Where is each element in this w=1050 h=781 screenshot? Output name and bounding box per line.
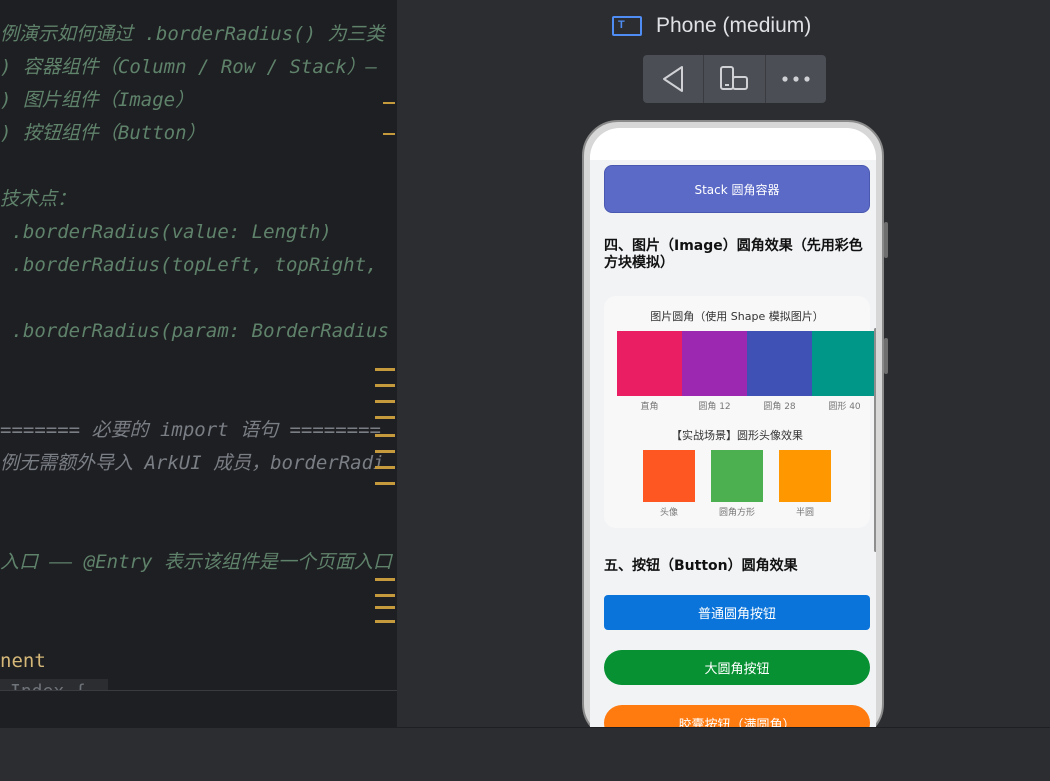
capsule-button[interactable]: 胶囊按钮（满圆角） [604,705,870,729]
phone-side-button [884,338,888,374]
sticky-scope-line[interactable]: Index { [0,679,108,690]
gutter-marker [375,416,395,419]
stack-rounded-container: Stack 圆角容器 [604,165,870,213]
back-button[interactable] [643,55,705,103]
avatar-half-round [779,450,831,502]
avatar-row: 头像 圆角方形 半圆 [643,450,847,518]
image-swatch-row [617,331,876,396]
code-line[interactable]: nent [0,649,46,673]
previewer-header: T Phone (medium) [612,12,811,40]
device-type-icon[interactable]: T [612,16,642,36]
avatar-label: 半圆 [795,508,814,518]
gutter-marker [375,384,395,387]
button-section-title: 五、按钮（Button）圆角效果 [604,558,798,574]
avatar-section-title: 【实战场景】圆形头像效果 [671,429,803,442]
avatar-item: 圆角方形 [711,450,763,518]
gutter-marker [375,368,395,371]
swatch-label: 直角 [640,402,659,412]
phone-screen[interactable]: Stack 圆角容器 四、图片（Image）圆角效果（先用彩色方块模拟） 图片圆… [590,128,876,729]
editor-footer [0,690,397,727]
phone-frame: Stack 圆角容器 四、图片（Image）圆角效果（先用彩色方块模拟） 图片圆… [582,120,888,740]
gutter-marker [375,620,395,623]
button-label: 大圆角按钮 [704,662,770,677]
code-line[interactable]: .borderRadius(param: BorderRadius [0,319,389,343]
status-bar [590,128,876,160]
avatar-rounded-square [711,450,763,502]
image-demo-card: 图片圆角（使用 Shape 模拟图片） 直角 圆角 12 圆角 28 圆形 40… [604,296,876,528]
swatch-radius-12 [682,331,747,396]
image-card-title: 图片圆角（使用 Shape 模拟图片） [650,310,824,323]
gutter-marker [375,606,395,609]
rotate-device-button[interactable] [704,55,766,103]
gutter-marker [375,434,395,437]
avatar-item: 头像 [643,450,695,518]
code-line[interactable]: ) 图片组件（Image） [0,88,194,112]
code-line[interactable]: 例无需额外导入 ArkUI 成员，borderRadi [0,451,384,475]
device-icon-letter: T [618,19,625,31]
swatch-circle-40 [812,331,876,396]
swatch-label: 圆形 40 [828,402,861,412]
avatar-item: 半圆 [779,450,831,518]
gutter-marker [383,133,395,135]
code-line[interactable]: 入口 —— @Entry 表示该组件是一个页面入口 [0,550,392,574]
previewer-panel: T Phone (medium) Stack 圆角容器 四、图片（Image）圆… [397,0,1050,740]
stack-label: Stack 圆角容器 [694,182,780,197]
more-button[interactable] [766,55,826,103]
gutter-marker [375,482,395,485]
button-label: 普通圆角按钮 [697,607,776,622]
code-line[interactable]: ======= 必要的 import 语句 ======== [0,418,381,442]
avatar-circle [643,450,695,502]
avatar-label: 头像 [659,508,678,518]
device-title[interactable]: Phone (medium) [656,14,811,38]
code-editor[interactable]: 例演示如何通过 .borderRadius() 为三类 ) 容器组件（Column… [0,0,397,690]
gutter-marker [375,594,395,597]
more-icon [782,76,810,82]
code-line[interactable]: ) 容器组件（Column / Row / Stack）— [0,55,377,79]
sticky-scope-text: Index { [10,681,86,690]
gutter-marker [375,578,395,581]
code-line[interactable]: .borderRadius(topLeft, topRight, [0,253,377,277]
gutter-marker [375,450,395,453]
gutter-marker [375,400,395,403]
code-line[interactable]: ) 按钮组件（Button） [0,121,206,145]
swatch-label: 圆角 12 [698,402,731,412]
swatch-labels: 直角 圆角 12 圆角 28 圆形 40 [617,399,876,412]
previewer-toolbar [643,55,826,103]
gutter-marker [383,102,395,104]
phone-side-button [884,222,888,258]
swatch-label: 圆角 28 [763,402,796,412]
code-line[interactable]: .borderRadius(value: Length) [0,220,331,244]
large-rounded-button[interactable]: 大圆角按钮 [604,650,870,685]
gutter-marker [375,466,395,469]
code-line[interactable]: 例演示如何通过 .borderRadius() 为三类 [0,22,384,46]
gutter-markers [375,0,395,690]
swatch-square [617,331,682,396]
back-icon [663,66,684,92]
bottom-status-bar [0,727,1050,781]
normal-rounded-button[interactable]: 普通圆角按钮 [604,595,870,630]
image-section-title: 四、图片（Image）圆角效果（先用彩色方块模拟） [604,238,863,271]
scroll-indicator[interactable] [874,328,876,552]
avatar-label: 圆角方形 [718,508,755,518]
code-line[interactable]: 技术点： [0,187,76,211]
rotate-device-icon [720,66,749,90]
swatch-radius-28 [747,331,812,396]
